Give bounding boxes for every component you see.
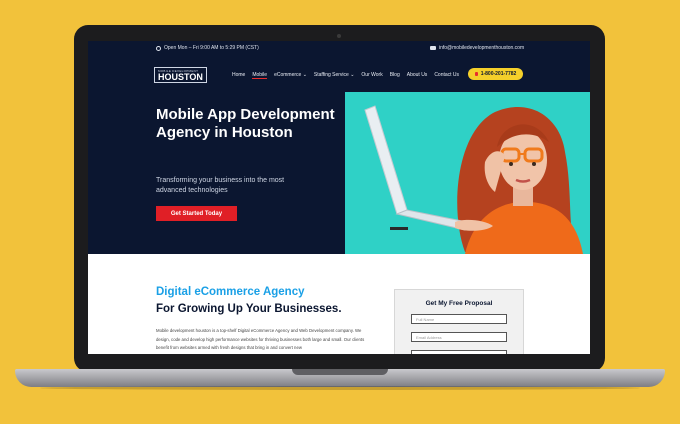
nav-item-contact-us[interactable]: Contact Us: [434, 72, 459, 79]
nav-item-home[interactable]: Home: [232, 72, 245, 79]
hours-text: Open Mon – Fri 9:00 AM to 5:29 PM (CST): [164, 45, 259, 51]
nav-item-blog[interactable]: Blog: [390, 72, 400, 79]
email-info[interactable]: info@mobiledevelopmenthouston.com: [430, 45, 524, 51]
get-started-button[interactable]: Get Started Today: [156, 206, 237, 221]
camera-icon: [337, 34, 341, 38]
main-navbar: MOBILE DEVELOPMENT HOUSTON Home Mobile e…: [88, 54, 590, 92]
section-title-primary: Digital eCommerce Agency: [156, 286, 305, 298]
browser-screen: Open Mon – Fri 9:00 AM to 5:29 PM (CST) …: [88, 41, 590, 354]
phone-number: 1-800-201-7782: [480, 71, 517, 77]
hero-section: Mobile App Development Agency in Houston…: [88, 92, 345, 254]
hero-subtitle: Transforming your business into the most…: [156, 177, 285, 194]
woman-with-laptop-illustration: [364, 105, 583, 254]
mail-icon: [430, 46, 436, 50]
nav-item-ecommerce[interactable]: eCommerce ⌄: [274, 72, 307, 79]
nav-item-about-us[interactable]: About Us: [407, 72, 428, 79]
section-title-secondary: For Growing Up Your Businesses.: [156, 303, 342, 315]
email-field[interactable]: Email Address: [411, 332, 507, 342]
nav-menu: Home Mobile eCommerce ⌄ Staffing Service…: [232, 72, 459, 79]
logo-wordmark: HOUSTON: [158, 72, 203, 82]
hero-title: Mobile App Development Agency in Houston: [156, 106, 335, 141]
nav-item-our-work[interactable]: Our Work: [361, 72, 382, 79]
proposal-form: Get My Free Proposal Full Name Email Add…: [394, 289, 524, 354]
full-name-field[interactable]: Full Name: [411, 314, 507, 324]
nav-item-staffing-service[interactable]: Staffing Service ⌄: [314, 72, 355, 79]
section-body-text: Mobile development houston is a top-shel…: [156, 328, 365, 350]
hero-image: [345, 92, 590, 254]
nav-item-mobile[interactable]: Mobile: [252, 72, 268, 79]
phone-icon: [474, 72, 478, 76]
laptop-notch: [292, 369, 388, 375]
form-title: Get My Free Proposal: [425, 300, 493, 307]
laptop-shadow: [40, 386, 640, 390]
clock-icon: [156, 45, 161, 51]
phone-field[interactable]: [411, 350, 507, 354]
top-info-bar: Open Mon – Fri 9:00 AM to 5:29 PM (CST) …: [88, 41, 590, 54]
site-logo[interactable]: MOBILE DEVELOPMENT HOUSTON: [154, 67, 207, 83]
email-link[interactable]: info@mobiledevelopmenthouston.com: [439, 45, 524, 51]
hours-info: Open Mon – Fri 9:00 AM to 5:29 PM (CST): [156, 45, 259, 51]
phone-button[interactable]: 1-800-201-7782: [468, 68, 523, 80]
